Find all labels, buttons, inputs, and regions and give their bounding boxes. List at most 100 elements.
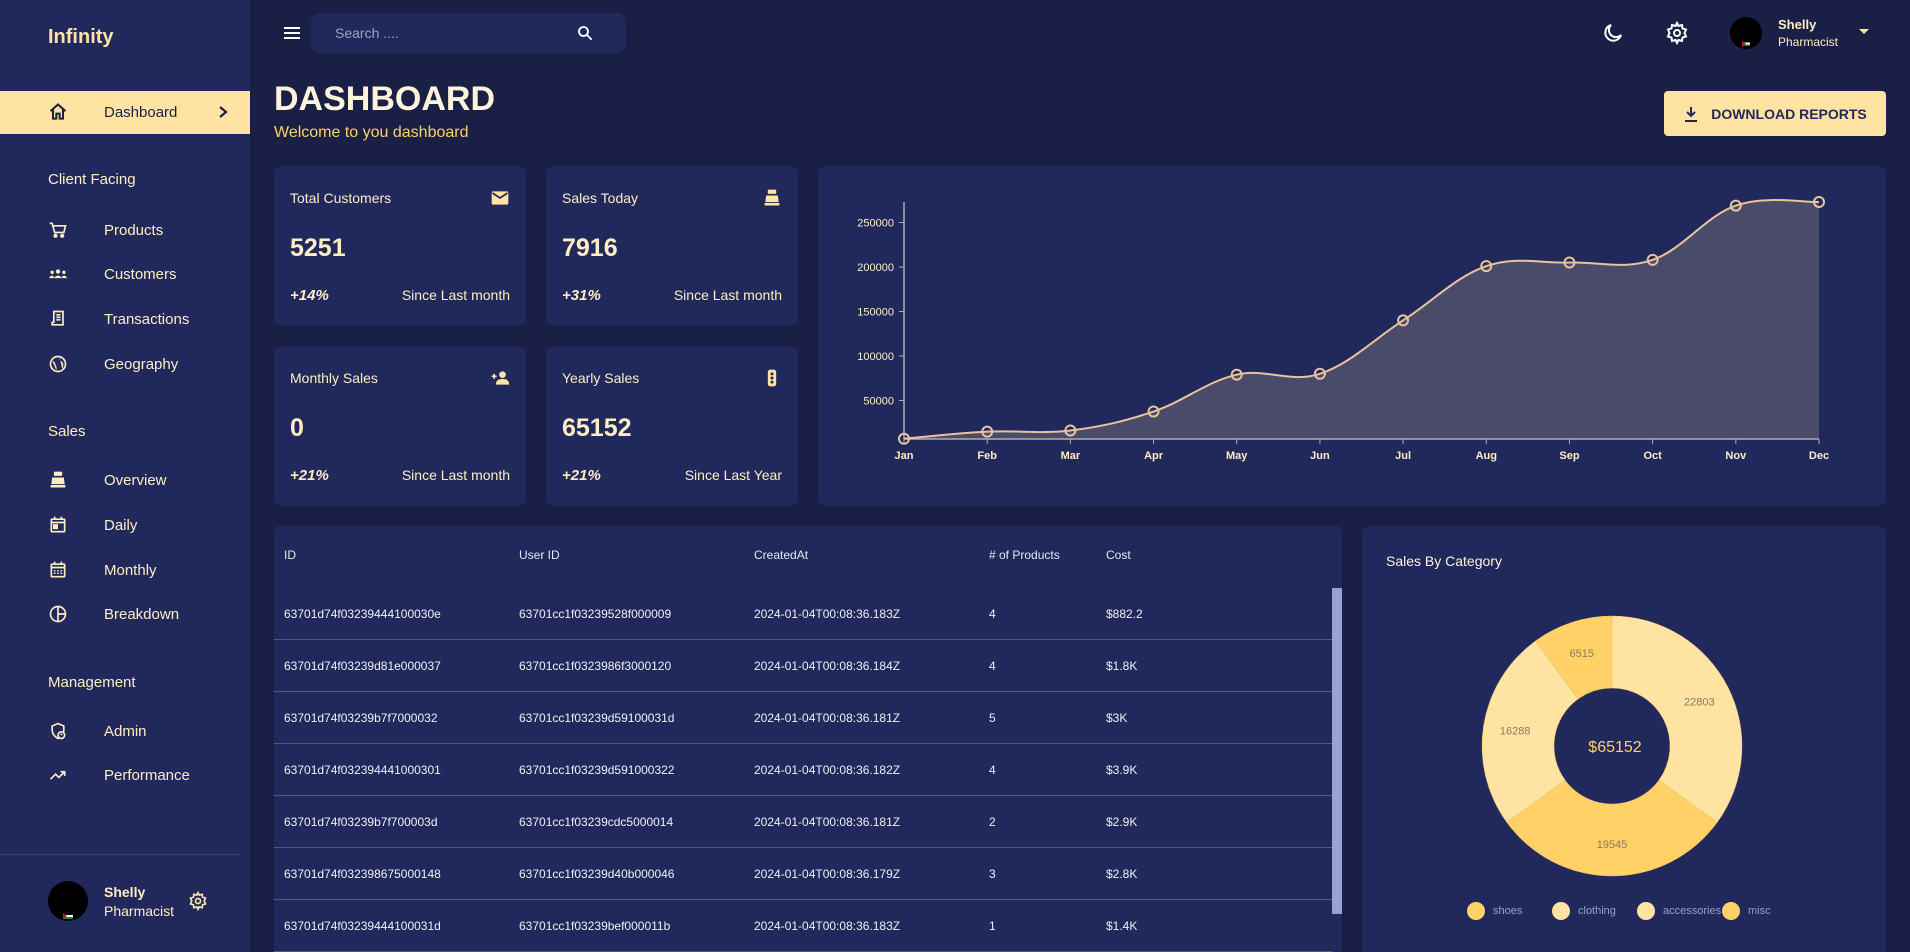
table-row[interactable]: 63701d74f032394441000301 63701cc1f03239d5… bbox=[274, 744, 1332, 796]
stat-value: 0 bbox=[290, 414, 304, 442]
chevron-right-icon bbox=[219, 106, 228, 118]
cell-id: 63701d74f032398675000148 bbox=[284, 867, 441, 881]
table-row[interactable]: 63701d74f03239b7f700003d 63701cc1f03239cd… bbox=[274, 796, 1332, 848]
cell-created-at: 2024-01-04T00:08:36.181Z bbox=[754, 815, 901, 829]
receipt-icon bbox=[51, 310, 64, 326]
table-row[interactable]: 63701d74f03239d81e000037 63701cc1f0323986… bbox=[274, 640, 1332, 692]
groups-icon bbox=[48, 269, 68, 279]
avatar[interactable] bbox=[1730, 17, 1762, 49]
cell-user-id: 63701cc1f03239cdc5000014 bbox=[519, 815, 674, 829]
search-input[interactable] bbox=[335, 13, 565, 53]
sidebar-item-products[interactable]: Products bbox=[0, 212, 250, 248]
cell-cost: $3.9K bbox=[1106, 763, 1138, 777]
legend-item-shoes[interactable]: shoes bbox=[1467, 902, 1522, 920]
column-header-products[interactable]: # of Products bbox=[989, 548, 1060, 562]
column-header-cost[interactable]: Cost bbox=[1106, 548, 1131, 562]
cell-created-at: 2024-01-04T00:08:36.183Z bbox=[754, 919, 901, 933]
legend-item-clothing[interactable]: clothing bbox=[1552, 902, 1616, 920]
cell-products: 4 bbox=[989, 763, 996, 777]
sidebar-item-label: Customers bbox=[104, 266, 177, 283]
stat-change: +14% bbox=[290, 287, 329, 304]
legend-swatch bbox=[1552, 902, 1570, 920]
sidebar-item-label: Products bbox=[104, 222, 164, 239]
sidebar-item-admin[interactable]: Admin bbox=[0, 713, 250, 749]
stat-value: 7916 bbox=[562, 234, 618, 262]
cell-id: 63701d74f03239444100031d bbox=[284, 919, 441, 933]
sidebar-item-customers[interactable]: Customers bbox=[0, 256, 250, 292]
cell-user-id: 63701cc1f03239528f000009 bbox=[519, 607, 672, 621]
pie-slice-label: 6515 bbox=[1569, 648, 1593, 660]
table-row[interactable]: 63701d74f03239444100031d 63701cc1f03239be… bbox=[274, 900, 1332, 952]
globe-icon bbox=[49, 355, 67, 373]
calendar-month-icon bbox=[50, 561, 66, 578]
cell-user-id: 63701cc1f03239d591000322 bbox=[519, 763, 675, 777]
gear-icon[interactable] bbox=[1665, 21, 1689, 45]
sidebar-item-performance[interactable]: Performance bbox=[0, 757, 250, 793]
page-subtitle: Welcome to you dashboard bbox=[274, 124, 469, 141]
table-scrollbar[interactable] bbox=[1332, 588, 1342, 914]
stat-card-monthly-sales: Monthly Sales 0 +21% Since Last month bbox=[274, 346, 526, 506]
column-header-created-at[interactable]: CreatedAt bbox=[754, 548, 808, 562]
topbar-user-name[interactable]: Shelly bbox=[1778, 17, 1816, 32]
sidebar-item-overview[interactable]: Overview bbox=[0, 462, 250, 498]
dark-mode-icon[interactable] bbox=[1601, 21, 1625, 45]
legend-label: misc bbox=[1748, 905, 1771, 917]
table-row[interactable]: 63701d74f03239b7f7000032 63701cc1f03239d5… bbox=[274, 692, 1332, 744]
sidebar-item-breakdown[interactable]: Breakdown bbox=[0, 596, 250, 632]
section-label-management: Management bbox=[48, 674, 136, 691]
flag-icon bbox=[1742, 41, 1750, 47]
caret-down-icon[interactable] bbox=[1859, 29, 1869, 34]
stat-value: 5251 bbox=[290, 234, 346, 262]
x-tick-label: Jan bbox=[895, 450, 914, 462]
cell-user-id: 63701cc1f03239bef000011b bbox=[519, 919, 671, 933]
point-of-sale-icon bbox=[764, 189, 780, 206]
column-header-id[interactable]: ID bbox=[284, 548, 296, 562]
y-tick-label: 50000 bbox=[863, 396, 894, 408]
pie-slice-clothing[interactable] bbox=[1611, 615, 1743, 823]
sidebar-item-geography[interactable]: Geography bbox=[0, 346, 250, 382]
download-reports-button[interactable]: DOWNLOAD REPORTS bbox=[1664, 91, 1886, 136]
legend-item-accessories[interactable]: accessories bbox=[1637, 902, 1721, 920]
cell-products: 1 bbox=[989, 919, 996, 933]
email-icon bbox=[491, 191, 509, 205]
sidebar-divider bbox=[0, 854, 240, 855]
sidebar-user-name: Shelly bbox=[104, 884, 146, 900]
home-icon bbox=[49, 103, 67, 120]
download-reports-label: DOWNLOAD REPORTS bbox=[1711, 105, 1867, 122]
stat-value: 65152 bbox=[562, 414, 632, 442]
section-label-sales: Sales bbox=[48, 423, 86, 440]
sidebar-item-daily[interactable]: Daily bbox=[0, 507, 250, 543]
shopping-cart-icon bbox=[49, 222, 67, 238]
gear-icon[interactable] bbox=[188, 891, 208, 911]
sidebar-item-monthly[interactable]: Monthly bbox=[0, 552, 250, 588]
legend-label: clothing bbox=[1578, 905, 1616, 917]
brand-logo[interactable]: Infinity bbox=[48, 26, 114, 49]
area-fill bbox=[904, 200, 1819, 439]
x-tick-label: Apr bbox=[1144, 450, 1164, 462]
cell-user-id: 63701cc1f0323986f3000120 bbox=[519, 659, 672, 673]
cell-id: 63701d74f03239b7f700003d bbox=[284, 815, 438, 829]
sidebar-item-transactions[interactable]: Transactions bbox=[0, 301, 250, 337]
sidebar-item-label: Overview bbox=[104, 472, 167, 489]
search-icon[interactable] bbox=[576, 24, 594, 42]
column-header-user-id[interactable]: User ID bbox=[519, 548, 560, 562]
table-row[interactable]: 63701d74f03239444100030e 63701cc1f0323952… bbox=[274, 588, 1332, 640]
pie-slice-label: 16288 bbox=[1500, 726, 1531, 738]
stat-card-total-customers: Total Customers 5251 +14% Since Last mon… bbox=[274, 166, 526, 326]
menu-icon[interactable] bbox=[282, 24, 302, 42]
x-tick-label: May bbox=[1226, 450, 1248, 462]
table-row[interactable]: 63701d74f032398675000148 63701cc1f03239d4… bbox=[274, 848, 1332, 900]
sidebar-item-dashboard[interactable]: Dashboard bbox=[0, 91, 250, 134]
search-bar bbox=[311, 13, 626, 53]
legend-item-misc[interactable]: misc bbox=[1722, 902, 1771, 920]
avatar[interactable] bbox=[48, 881, 88, 921]
y-tick-label: 150000 bbox=[857, 307, 894, 319]
pie-slice-label: 19545 bbox=[1597, 839, 1628, 851]
x-tick-label: Aug bbox=[1476, 450, 1497, 462]
stat-since: Since Last Year bbox=[684, 467, 782, 483]
admin-shield-icon bbox=[51, 722, 66, 740]
legend-label: accessories bbox=[1663, 905, 1722, 917]
calendar-today-icon bbox=[50, 516, 66, 533]
traffic-icon bbox=[767, 369, 777, 387]
stat-since: Since Last month bbox=[673, 287, 782, 303]
